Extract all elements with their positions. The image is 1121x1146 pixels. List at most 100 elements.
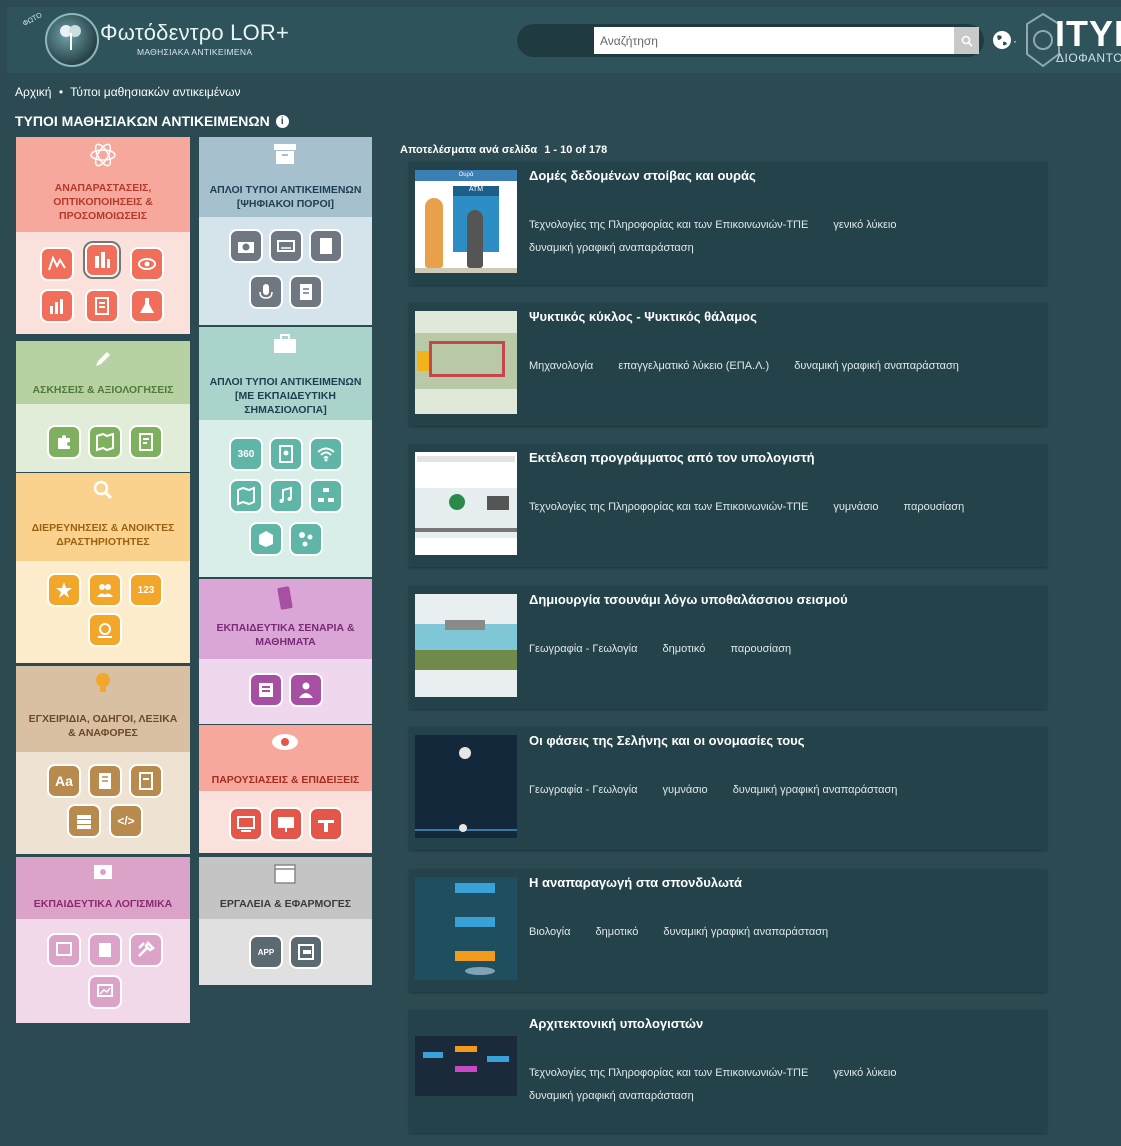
result-thumbnail[interactable] xyxy=(415,1036,517,1096)
globe-icon[interactable] xyxy=(992,30,1012,50)
code-icon[interactable]: </> xyxy=(109,804,143,838)
result-thumbnail[interactable] xyxy=(415,735,517,838)
tag-level[interactable]: γενικό λύκειο xyxy=(833,219,896,231)
building-3d-icon[interactable] xyxy=(249,522,283,556)
keyboard-icon[interactable] xyxy=(269,229,303,263)
molecule-icon[interactable] xyxy=(289,522,323,556)
result-thumbnail[interactable] xyxy=(415,877,517,980)
site-title[interactable]: Φωτόδεντρο LOR+ xyxy=(100,20,289,46)
tag-level[interactable]: γυμνάσιο xyxy=(833,501,878,513)
tag-subject[interactable]: Τεχνολογίες της Πληροφορίας και των Επικ… xyxy=(529,1067,808,1079)
panorama-360-icon[interactable]: 360 xyxy=(229,437,263,471)
app-window-icon[interactable]: APP xyxy=(249,935,283,969)
search-button[interactable] xyxy=(954,27,979,54)
tag-level[interactable]: επαγγελματικό λύκειο (ΕΠΑ.Λ.) xyxy=(618,360,769,372)
tag-level[interactable]: δημοτικό xyxy=(596,926,639,938)
microphone-icon[interactable] xyxy=(249,275,283,309)
puzzle-icon[interactable] xyxy=(47,425,81,459)
tag-type[interactable]: δυναμική γραφική αναπαράσταση xyxy=(529,1090,694,1102)
results-per-page-label[interactable]: Αποτελέσματα ανά σελίδα xyxy=(400,144,537,156)
monitor-chart-icon[interactable] xyxy=(88,975,122,1009)
category-tile-semantic-resources[interactable]: ΑΠΛΟΙ ΤΥΠΟΙ ΑΝΤΙΚΕΙΜΕΝΩΝ [ΜΕ ΕΚΠΑΙΔΕΥΤΙΚ… xyxy=(199,327,372,577)
result-card[interactable]: Ψυκτικός κύκλος - Ψυκτικός θάλαμος Μηχαν… xyxy=(409,303,1047,426)
tag-subject[interactable]: Γεωγραφία - Γεωλογία xyxy=(529,784,637,796)
star-badge-icon[interactable] xyxy=(47,573,81,607)
category-tile-exercises[interactable]: ΑΣΚΗΣΕΙΣ & ΑΞΙΟΛΟΓΗΣΕΙΣ xyxy=(16,341,190,472)
result-title[interactable]: Η αναπαραγωγή στα σπονδυλωτά xyxy=(529,875,742,890)
group-icon[interactable] xyxy=(88,573,122,607)
infographic-icon[interactable] xyxy=(85,289,119,323)
result-title[interactable]: Δημιουργία τσουνάμι λόγω υποθαλάσσιου σε… xyxy=(529,592,848,607)
result-card[interactable]: Εκτέλεση προγράμματος από τον υπολογιστή… xyxy=(409,444,1047,567)
category-tile-digital-resources[interactable]: ΑΠΛΟΙ ΤΥΠΟΙ ΑΝΤΙΚΕΙΜΕΝΩΝ [ΨΗΦΙΑΚΟΙ ΠΟΡΟΙ… xyxy=(199,137,372,325)
result-thumbnail[interactable] xyxy=(415,311,517,414)
result-card[interactable]: Οι φάσεις της Σελήνης και οι ονομασίες τ… xyxy=(409,727,1047,850)
result-thumbnail[interactable] xyxy=(415,594,517,697)
category-tile-manuals[interactable]: ΕΓΧΕΙΡΙΔΙΑ, ΟΔΗΓΟΙ, ΛΕΞΙΚΑ & ΑΝΑΦΟΡΕΣ Aa… xyxy=(16,666,190,854)
result-thumbnail[interactable]: Ουρά ATM xyxy=(415,170,517,273)
category-tile-scenarios[interactable]: ΕΚΠΑΙΔΕΥΤΙΚΑ ΣΕΝΑΡΙΑ & ΜΑΘΗΜΑΤΑ xyxy=(199,579,372,724)
result-card[interactable]: Ουρά ATM Δομές δεδομένων στοίβας και ουρ… xyxy=(409,162,1047,285)
result-card[interactable]: Η αναπαραγωγή στα σπονδυλωτά Βιολογία δη… xyxy=(409,869,1047,992)
tag-subject[interactable]: Τεχνολογίες της Πληροφορίας και των Επικ… xyxy=(529,219,808,231)
category-tile-explorations[interactable]: ΔΙΕΡΕΥΝΗΣΕΙΣ & ΑΝΟΙΚΤΕΣ ΔΡΑΣΤΗΡΙΟΤΗΤΕΣ 1… xyxy=(16,473,190,663)
category-tile-representations[interactable]: ΑΝΑΠΑΡΑΣΤΑΣΕΙΣ, ΟΠΤΙΚΟΠΟΙΗΣΕΙΣ & ΠΡΟΣΟΜΟ… xyxy=(16,137,190,334)
tag-type[interactable]: δυναμική γραφική αναπαράσταση xyxy=(663,926,828,938)
chart-bars-icon[interactable] xyxy=(40,289,74,323)
book-icon[interactable] xyxy=(88,764,122,798)
tag-subject[interactable]: Βιολογία xyxy=(529,926,570,938)
book-stack-icon[interactable] xyxy=(67,804,101,838)
tools-icon[interactable] xyxy=(129,933,163,967)
media-app-icon[interactable] xyxy=(88,933,122,967)
result-title[interactable]: Δομές δεδομένων στοίβας και ουράς xyxy=(529,168,756,183)
document-icon[interactable] xyxy=(129,764,163,798)
tag-type[interactable]: δυναμική γραφική αναπαράσταση xyxy=(529,242,694,254)
film-icon[interactable] xyxy=(309,229,343,263)
tag-level[interactable]: γυμνάσιο xyxy=(663,784,708,796)
tag-subject[interactable]: Τεχνολογίες της Πληροφορίας και των Επικ… xyxy=(529,501,808,513)
result-title[interactable]: Ψυκτικός κύκλος - Ψυκτικός θάλαμος xyxy=(529,309,757,324)
compass-draw-icon[interactable] xyxy=(88,613,122,647)
search-input[interactable] xyxy=(594,27,954,54)
result-title[interactable]: Αρχιτεκτονική υπολογιστών xyxy=(529,1016,703,1031)
flowchart-icon[interactable] xyxy=(309,479,343,513)
whiteboard-icon[interactable] xyxy=(229,807,263,841)
text-doc-icon[interactable] xyxy=(289,275,323,309)
breadcrumb-home[interactable]: Αρχική xyxy=(15,85,51,99)
result-title[interactable]: Εκτέλεση προγράμματος από τον υπολογιστή xyxy=(529,450,815,465)
flask-icon[interactable] xyxy=(130,289,164,323)
result-card[interactable]: Αρχιτεκτονική υπολογιστών Τεχνολογίες τη… xyxy=(409,1010,1047,1133)
presentation-app-icon[interactable] xyxy=(47,933,81,967)
tag-subject[interactable]: Γεωγραφία - Γεωλογία xyxy=(529,643,637,655)
city-map-icon[interactable] xyxy=(83,241,121,279)
tag-subject[interactable]: Μηχανολογία xyxy=(529,360,593,372)
category-tile-presentations[interactable]: ΠΑΡΟΥΣΙΑΣΕΙΣ & ΕΠΙΔΕΙΞΕΙΣ xyxy=(199,725,372,853)
folded-map-icon[interactable] xyxy=(229,479,263,513)
podium-icon[interactable] xyxy=(309,807,343,841)
tag-type[interactable]: δυναμική γραφική αναπαράσταση xyxy=(794,360,959,372)
projector-screen-icon[interactable] xyxy=(269,807,303,841)
org-logo-text[interactable]: ITYE xyxy=(1055,13,1121,55)
map-book-icon[interactable] xyxy=(88,425,122,459)
result-card[interactable]: Δημιουργία τσουνάμι λόγω υποθαλάσσιου σε… xyxy=(409,586,1047,709)
lesson-list-icon[interactable] xyxy=(249,673,283,707)
book-reader-icon[interactable] xyxy=(269,437,303,471)
category-tile-software[interactable]: ΕΚΠΑΙΔΕΥΤΙΚΑ ΛΟΓΙΣΜΙΚΑ xyxy=(16,857,190,1023)
category-tile-tools[interactable]: ΕΡΓΑΛΕΙΑ & ΕΦΑΡΜΟΓΕΣ APP xyxy=(199,857,372,985)
dictionary-aa-icon[interactable]: Aa xyxy=(47,764,81,798)
teacher-icon[interactable] xyxy=(289,673,323,707)
number-blocks-icon[interactable]: 123 xyxy=(129,573,163,607)
tag-type[interactable]: δυναμική γραφική αναπαράσταση xyxy=(733,784,898,796)
checklist-icon[interactable] xyxy=(129,425,163,459)
info-icon[interactable]: i xyxy=(275,114,289,128)
music-score-icon[interactable] xyxy=(269,479,303,513)
eye-sim-icon[interactable] xyxy=(130,247,164,281)
camera-icon[interactable] xyxy=(229,229,263,263)
chart-line-icon[interactable] xyxy=(40,247,74,281)
result-title[interactable]: Οι φάσεις της Σελήνης και οι ονομασίες τ… xyxy=(529,733,804,748)
plugin-icon[interactable] xyxy=(289,935,323,969)
result-thumbnail[interactable] xyxy=(415,452,517,555)
tag-level[interactable]: γενικό λύκειο xyxy=(833,1067,896,1079)
tag-type[interactable]: παρουσίαση xyxy=(904,501,965,513)
tag-type[interactable]: παρουσίαση xyxy=(730,643,791,655)
